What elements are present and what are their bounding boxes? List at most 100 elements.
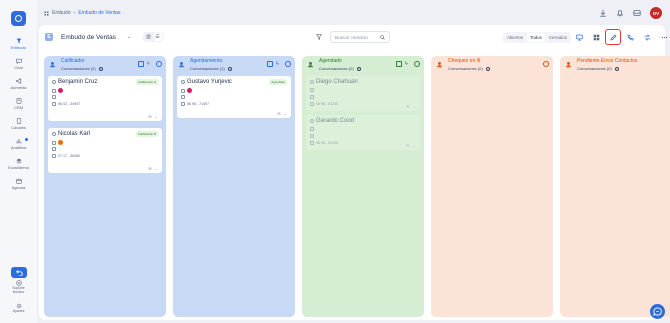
app-logo[interactable] bbox=[11, 11, 26, 26]
contact-card[interactable]: Nicolas Karl Calificación B 27 17 - 3645… bbox=[48, 128, 162, 173]
search-box bbox=[330, 31, 390, 43]
contact-card[interactable]: Benjamin Cruz Calificación A 96 02 - 349… bbox=[48, 76, 162, 121]
column-actions: ϟ bbox=[396, 61, 420, 67]
support-link[interactable]: Soporte técnico bbox=[0, 280, 37, 294]
contact-card[interactable]: Diego Chahuan 56 96 - 81230 ✉ ⌄ bbox=[306, 76, 420, 111]
message-icon[interactable]: ✉ bbox=[406, 143, 409, 148]
gear-icon[interactable] bbox=[414, 61, 420, 67]
chevron-down-icon[interactable]: ⌄ bbox=[284, 111, 287, 116]
settings-link[interactable]: Ajustes bbox=[0, 303, 37, 313]
card-phone-row: 27 17 - 36450 bbox=[52, 154, 80, 158]
gear-icon[interactable] bbox=[543, 61, 549, 67]
sidebar-item-analitica[interactable]: Analítica bbox=[0, 134, 37, 154]
sidebar-item-label: Embudo bbox=[11, 45, 26, 50]
pencil-icon bbox=[610, 34, 616, 40]
bolt-icon[interactable]: ϟ bbox=[147, 61, 153, 67]
bolt-icon[interactable]: ϟ bbox=[276, 61, 282, 67]
sidebar-item-crm[interactable]: CRM bbox=[0, 94, 37, 114]
status-badge: Agendado bbox=[269, 79, 287, 85]
grid-icon bbox=[44, 11, 49, 15]
share-button[interactable] bbox=[640, 30, 654, 44]
pipeline-column: Agendamiento Conversaciones (1) ϟ Gustav… bbox=[173, 56, 295, 317]
more-button[interactable] bbox=[657, 30, 670, 44]
chevron-down-icon[interactable]: ⌄ bbox=[413, 143, 416, 148]
tab-abiertos[interactable]: Abiertos bbox=[504, 33, 526, 42]
card-tag-row bbox=[52, 95, 56, 99]
column-header: Agendado Conversaciones (0) ϟ bbox=[302, 56, 424, 73]
breadcrumb-root[interactable]: Embudo bbox=[52, 10, 71, 16]
contact-card[interactable]: Gustavo Yurjevic Agendado 56 96 - 71497 … bbox=[177, 76, 291, 118]
chat-fab[interactable] bbox=[650, 304, 665, 319]
top-actions: DV bbox=[599, 7, 662, 19]
filter-icon[interactable] bbox=[316, 34, 322, 40]
list-view-icon[interactable]: ☰ bbox=[153, 33, 162, 41]
column-conversation-count: Conversaciones (1) bbox=[190, 66, 225, 71]
column-title: Agendamiento bbox=[190, 58, 223, 64]
monitor-button[interactable] bbox=[572, 30, 586, 44]
gear-icon[interactable] bbox=[156, 61, 162, 67]
chat-icon bbox=[15, 58, 22, 64]
tab-todos[interactable]: Todos bbox=[527, 33, 545, 42]
breadcrumb-current: Embudo de Ventas bbox=[78, 10, 121, 16]
chevron-down-icon[interactable]: ⌄ bbox=[155, 166, 158, 171]
bell-icon[interactable] bbox=[616, 9, 624, 17]
column-conversation-count: Conversaciones (2) bbox=[61, 66, 96, 71]
trophy-icon[interactable] bbox=[138, 61, 144, 67]
sidebar-item-aumenta[interactable]: Aumenta bbox=[0, 74, 37, 94]
phone-button[interactable] bbox=[623, 30, 637, 44]
sidebar-item-label: Analítica bbox=[10, 145, 27, 150]
column-subtitle: Conversaciones (2) bbox=[61, 66, 103, 71]
edit-button[interactable] bbox=[605, 29, 621, 45]
sidebar-item-embudo[interactable]: Embudo bbox=[0, 34, 37, 54]
column-actions bbox=[543, 61, 549, 67]
pipeline-column: Pendiente Envio Contactos Conversaciones… bbox=[560, 56, 670, 317]
avatar bbox=[187, 88, 192, 93]
trophy-icon[interactable] bbox=[396, 61, 402, 67]
card-owner-row bbox=[310, 88, 314, 92]
chevron-down-icon[interactable]: ⌄ bbox=[413, 104, 416, 109]
card-owner-row bbox=[52, 88, 63, 93]
sidebar-nav: Embudo Chat Aumenta CRM Canales Analític… bbox=[0, 34, 37, 194]
message-icon[interactable]: ✉ bbox=[148, 114, 151, 119]
pipeline-column: Chequeo en llt Conversaciones (0) bbox=[431, 56, 553, 317]
tag-icon bbox=[310, 134, 314, 138]
column-subtitle: Conversaciones (1) bbox=[190, 66, 232, 71]
bolt-icon[interactable]: ϟ bbox=[405, 61, 411, 67]
chevron-down-icon[interactable]: ⌄ bbox=[155, 114, 158, 119]
column-subtitle: Conversaciones (0) bbox=[319, 66, 361, 71]
gear-icon[interactable] bbox=[285, 61, 291, 67]
kanban-view-icon[interactable]: ▥ bbox=[145, 33, 153, 41]
search-icon[interactable] bbox=[380, 34, 385, 40]
calendar-icon bbox=[15, 178, 22, 184]
info-icon bbox=[356, 66, 361, 71]
contact-phone: 56 96 - 54198 bbox=[316, 141, 339, 145]
user-avatar[interactable]: DV bbox=[650, 7, 662, 19]
sidebar-item-agenda[interactable]: Agenda bbox=[0, 174, 37, 194]
grid-button[interactable] bbox=[589, 30, 603, 44]
status-badge: Calificación A bbox=[135, 79, 158, 85]
avatar bbox=[58, 140, 63, 145]
tab-cerrados[interactable]: Cerrados bbox=[546, 33, 570, 42]
column-conversation-count: Conversaciones (0) bbox=[577, 66, 612, 71]
stage-icon bbox=[50, 62, 55, 68]
trophy-icon[interactable] bbox=[267, 61, 273, 67]
inbox-icon[interactable] bbox=[633, 9, 641, 17]
message-icon[interactable]: ✉ bbox=[406, 104, 409, 109]
card-actions: ✉ ⌄ bbox=[148, 114, 158, 119]
board-toolbar: E Embudo de Ventas ⌄ ▥ ☰ Abiertos Todos … bbox=[39, 25, 667, 50]
card-owner-row bbox=[52, 140, 63, 145]
contact-card[interactable]: Gerardo Cood 56 96 - 54198 ✉ ⌄ bbox=[306, 115, 420, 150]
undo-button[interactable] bbox=[11, 267, 27, 278]
sidebar-item-ecosistema[interactable]: Ecosistema bbox=[0, 154, 37, 174]
message-icon[interactable]: ✉ bbox=[148, 166, 151, 171]
sidebar-item-chat[interactable]: Chat bbox=[0, 54, 37, 74]
phone-icon bbox=[52, 102, 56, 106]
pipeline-select-value: Embudo de Ventas bbox=[61, 33, 116, 41]
pipeline-select[interactable]: Embudo de Ventas ⌄ bbox=[57, 31, 135, 43]
message-icon[interactable]: ✉ bbox=[277, 111, 280, 116]
search-input[interactable] bbox=[335, 34, 377, 40]
grid-icon bbox=[593, 34, 599, 40]
sidebar-item-label: Agenda bbox=[11, 185, 26, 190]
sidebar-item-canales[interactable]: Canales bbox=[0, 114, 37, 134]
download-icon[interactable] bbox=[599, 9, 607, 17]
